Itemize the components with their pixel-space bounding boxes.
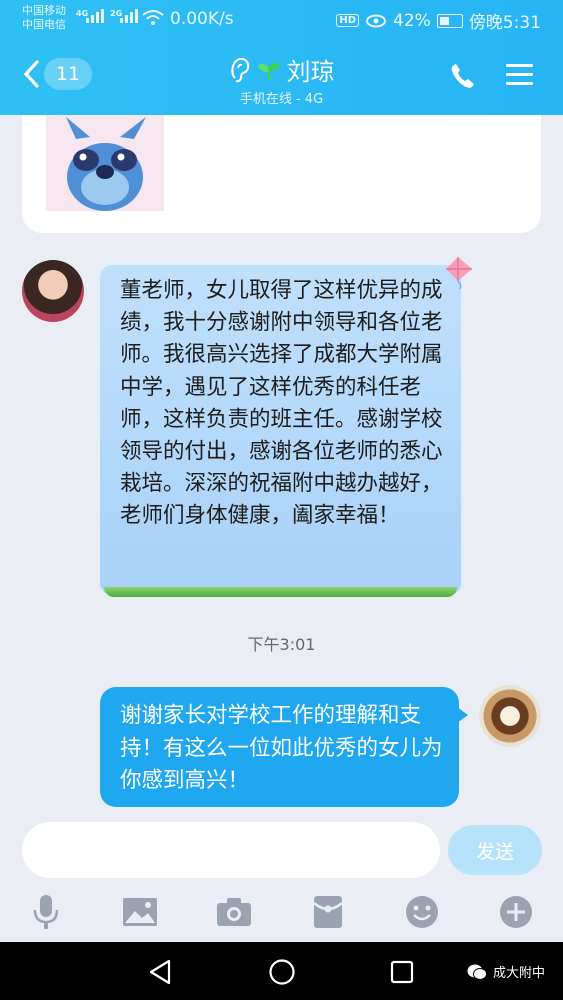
received-message-bubble[interactable]: 董老师，女儿取得了这样优异的成绩，我十分感谢附中领导和各位老师。我很高兴选择了成…: [98, 263, 463, 597]
menu-icon[interactable]: [505, 62, 535, 88]
eye-icon: [366, 14, 387, 27]
sprout-icon: [257, 62, 280, 80]
contact-title[interactable]: 刘琼 手机在线 - 4G: [0, 52, 563, 107]
battery-icon: [436, 13, 463, 28]
grass-decoration: [104, 587, 457, 597]
contact-name: 刘琼: [286, 58, 335, 86]
kite-icon: [446, 257, 472, 290]
nav-recents-icon[interactable]: [389, 958, 415, 986]
battery-percent: 42%: [393, 10, 431, 31]
image-icon[interactable]: [120, 892, 160, 932]
carrier-info: 中国移动 中国电信: [22, 4, 66, 32]
ear-icon: [230, 57, 249, 82]
contact-online-status: 手机在线 - 4G: [239, 92, 324, 107]
message-input[interactable]: [22, 822, 440, 878]
network-speed: 0.00K/s: [170, 9, 234, 29]
status-right: HD 42% 傍晚5:31: [336, 8, 541, 33]
plus-icon[interactable]: [496, 892, 536, 932]
wechat-icon: [467, 964, 487, 980]
message-timestamp: 下午3:01: [247, 635, 316, 654]
hd-badge: HD: [336, 14, 360, 27]
camera-icon[interactable]: [214, 892, 254, 932]
nav-home-icon[interactable]: [268, 958, 296, 986]
stitch-sticker-image[interactable]: [46, 115, 164, 211]
chat-header: 11 刘琼 手机在线 - 4G: [0, 38, 563, 115]
nav-back-icon[interactable]: [147, 958, 173, 986]
wifi-icon: [142, 10, 164, 25]
signal-icon-2: [120, 9, 138, 23]
phone-icon[interactable]: [448, 62, 478, 92]
watermark: 成大附中: [467, 962, 545, 981]
my-avatar[interactable]: [479, 685, 541, 747]
system-nav-bar: 成大附中: [0, 942, 563, 1000]
send-button[interactable]: 发送: [448, 825, 542, 875]
input-toolbar: [0, 884, 563, 942]
sent-message-bubble[interactable]: 谢谢家长对学校工作的理解和支持！有这么一位如此优秀的女儿为你感到高兴！: [100, 687, 468, 807]
red-packet-icon[interactable]: [308, 892, 348, 932]
status-bar: 中国移动 中国电信 4G 2G 0.00K/s HD 42% 傍晚5:31: [0, 0, 563, 38]
contact-avatar[interactable]: [22, 260, 84, 322]
carrier-1: 中国移动: [22, 4, 66, 17]
input-row: 发送: [0, 822, 563, 884]
chat-area[interactable]: 董老师，女儿取得了这样优异的成绩，我十分感谢附中领导和各位老师。我很高兴选择了成…: [0, 115, 563, 827]
watermark-text: 成大附中: [492, 966, 545, 981]
clock: 傍晚5:31: [468, 13, 541, 33]
microphone-icon[interactable]: [26, 892, 66, 932]
carrier-2: 中国电信: [22, 18, 66, 31]
signal-icon: [86, 9, 104, 23]
received-message-text: 董老师，女儿取得了这样优异的成绩，我十分感谢附中领导和各位老师。我很高兴选择了成…: [120, 278, 443, 529]
emoji-icon[interactable]: [402, 892, 442, 932]
sent-message-text: 谢谢家长对学校工作的理解和支持！有这么一位如此优秀的女儿为你感到高兴！: [120, 703, 443, 793]
image-message-card[interactable]: [22, 115, 541, 233]
